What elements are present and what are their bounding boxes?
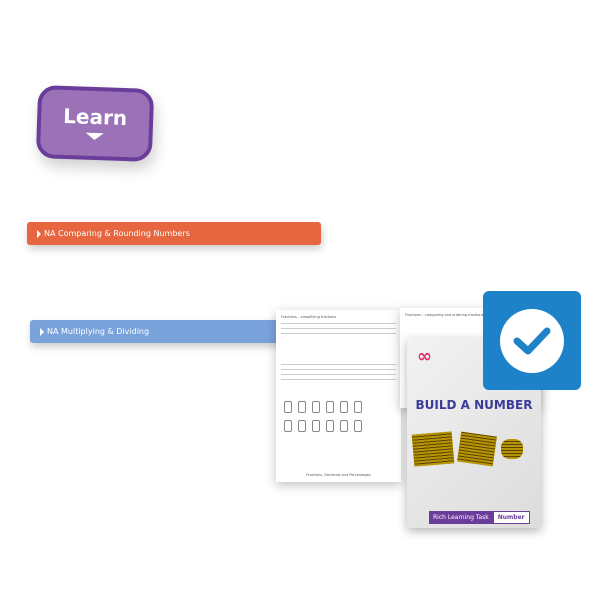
one-two-logo: ∞ (417, 346, 432, 367)
worksheet-title: Fractions – simplifying fractions (281, 315, 337, 319)
play-arrow-icon (37, 229, 41, 238)
cover-category: Number (492, 511, 530, 524)
cover-tag: Rich Learning Task (429, 511, 493, 524)
topic-multiplying-dividing[interactable]: NA Multiplying & Dividing (30, 320, 285, 343)
topic-label: NA Multiplying & Dividing (47, 327, 150, 336)
check-badge (483, 291, 581, 390)
base-ten-blocks-image (411, 431, 535, 467)
play-arrow-icon (40, 327, 44, 336)
learn-button[interactable]: Learn (35, 84, 155, 163)
topic-label: NA Comparing & Rounding Numbers (44, 229, 190, 238)
cover-title: BUILD A NUMBER (415, 398, 533, 412)
topic-comparing-rounding[interactable]: NA Comparing & Rounding Numbers (27, 222, 321, 245)
worksheet-preview: Fractions – simplifying fractions Fracti… (276, 310, 401, 482)
checkmark-icon (513, 327, 551, 354)
learn-label: Learn (62, 103, 128, 131)
caret-down-icon (85, 132, 104, 141)
worksheet-footer: Fractions, Decimals and Percentages (306, 473, 371, 477)
